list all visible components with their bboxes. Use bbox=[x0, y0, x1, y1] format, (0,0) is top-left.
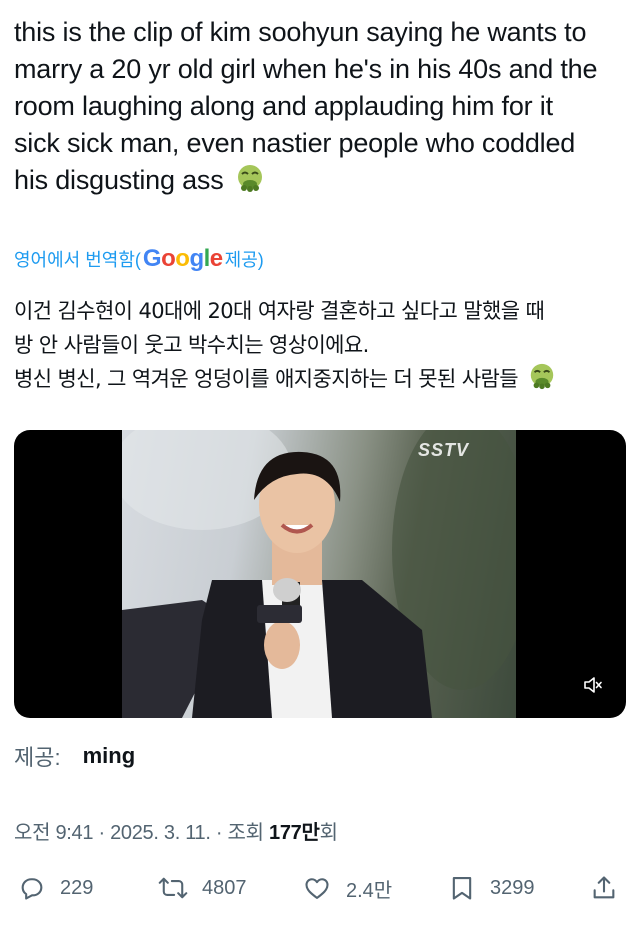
like-button[interactable]: 2.4만 bbox=[302, 866, 392, 910]
reply-icon bbox=[21, 878, 43, 900]
action-bar: 229 4807 2.4만 3299 bbox=[0, 866, 640, 910]
tweet-time[interactable]: 오전 9:41 bbox=[14, 822, 93, 844]
mute-toggle-button[interactable] bbox=[574, 666, 612, 704]
translated-from-link[interactable]: 영어에서 번역함( Google 제공) bbox=[14, 244, 264, 274]
translated-line: 이건 김수현이 40대에 20대 여자랑 결혼하고 싶다고 말했을 때 bbox=[14, 299, 545, 323]
repost-button[interactable]: 4807 bbox=[158, 866, 247, 910]
views-suffix: 회 bbox=[319, 822, 338, 844]
translated-body: 이건 김수현이 40대에 20대 여자랑 결혼하고 싶다고 말했을 때 방 안 … bbox=[14, 294, 626, 400]
bookmark-button[interactable]: 3299 bbox=[448, 866, 535, 910]
translated-line-text: 병신 병신, 그 역겨운 엉덩이를 애지중지하는 더 못된 사람들 bbox=[14, 367, 519, 391]
tweet-line: his disgusting ass bbox=[14, 162, 626, 203]
tweet-metadata: 오전 9:41 · 2025. 3. 11. · 조회 177만회 bbox=[14, 816, 338, 845]
google-logo: Google bbox=[142, 245, 223, 272]
tweet-body: this is the clip of kim soohyun saying h… bbox=[14, 14, 626, 203]
bookmark-icon bbox=[452, 877, 472, 900]
sstv-watermark: SSTV bbox=[418, 440, 470, 460]
share-icon bbox=[593, 876, 615, 899]
attribution-label: 제공: bbox=[14, 745, 61, 770]
translate-suffix: 제공) bbox=[224, 250, 264, 270]
bookmark-count: 3299 bbox=[490, 876, 535, 899]
meta-separator: · bbox=[98, 822, 111, 844]
tweet-line: this is the clip of kim soohyun saying h… bbox=[14, 17, 587, 47]
translated-line: 방 안 사람들이 웃고 박수치는 영상이에요. bbox=[14, 333, 369, 357]
video-player[interactable]: SSTV bbox=[14, 430, 626, 718]
views-label: 조회 bbox=[227, 822, 265, 844]
views-count: 177만 bbox=[269, 822, 320, 844]
tweet-line-text: his disgusting ass bbox=[14, 165, 224, 195]
attribution-author-link[interactable]: ming bbox=[83, 743, 136, 769]
like-count: 2.4만 bbox=[346, 879, 393, 902]
reply-button[interactable]: 229 bbox=[18, 866, 93, 910]
nauseated-face-emoji bbox=[235, 163, 265, 203]
repost-count: 4807 bbox=[202, 876, 247, 899]
tweet-line: room laughing along and applauding him f… bbox=[14, 91, 553, 121]
tweet-line: marry a 20 yr old girl when he's in his … bbox=[14, 54, 598, 84]
tweet-date[interactable]: 2025. 3. 11. bbox=[110, 822, 211, 844]
reply-count: 229 bbox=[60, 876, 94, 899]
video-frame[interactable]: SSTV bbox=[122, 430, 516, 718]
translate-prefix: 영어에서 번역함( bbox=[14, 250, 141, 270]
tweet-line: sick sick man, even nastier people who c… bbox=[14, 128, 576, 158]
meta-separator: · bbox=[215, 822, 228, 844]
video-thumbnail bbox=[122, 430, 516, 718]
translated-line: 병신 병신, 그 역겨운 엉덩이를 애지중지하는 더 못된 사람들 bbox=[14, 362, 626, 400]
share-button[interactable] bbox=[590, 866, 632, 910]
heart-icon bbox=[305, 878, 329, 899]
speaker-muted-icon bbox=[584, 677, 602, 693]
repost-icon bbox=[158, 877, 188, 899]
nauseated-face-emoji bbox=[528, 362, 556, 400]
media-attribution: 제공: ming bbox=[14, 740, 135, 772]
